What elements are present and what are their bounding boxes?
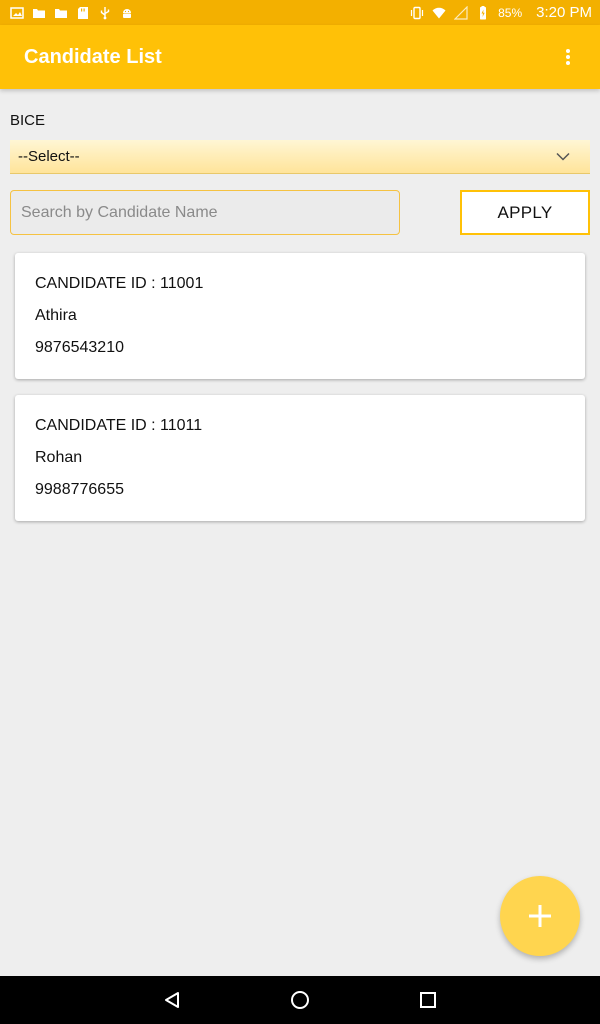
candidate-card[interactable]: CANDIDATE ID : 11001 Athira 9876543210 xyxy=(15,253,585,379)
sd-card-icon xyxy=(78,6,88,19)
usb-icon xyxy=(100,6,110,19)
search-input[interactable] xyxy=(10,190,400,235)
nav-back-button[interactable] xyxy=(108,976,236,1024)
home-icon xyxy=(291,991,309,1009)
system-nav-bar xyxy=(0,976,600,1024)
candidate-name: Athira xyxy=(35,307,77,324)
more-vert-icon xyxy=(566,49,570,65)
notification-icons xyxy=(10,6,134,20)
folder-icon xyxy=(55,8,67,18)
image-notification-icon xyxy=(10,6,24,19)
status-bar: 85% 3:20 PM xyxy=(0,0,600,25)
nav-recents-button[interactable] xyxy=(364,976,492,1024)
bice-dropdown[interactable]: --Select-- xyxy=(10,140,590,174)
android-icon xyxy=(123,8,131,18)
bice-label: BICE xyxy=(10,112,46,129)
candidate-name: Rohan xyxy=(35,449,83,466)
add-candidate-button[interactable] xyxy=(500,876,580,956)
candidate-list: CANDIDATE ID : 11001 Athira 9876543210 C… xyxy=(15,253,585,537)
candidate-card[interactable]: CANDIDATE ID : 11011 Rohan 9988776655 xyxy=(15,395,585,521)
vibrate-icon xyxy=(410,6,424,19)
apply-button[interactable]: APPLY xyxy=(460,190,590,235)
battery-percent: 85% xyxy=(498,5,523,20)
page-title: Candidate List xyxy=(24,45,162,68)
cell-signal-icon xyxy=(454,5,468,20)
folder-icon xyxy=(33,8,45,18)
recents-icon xyxy=(420,992,436,1008)
app-bar: Candidate List xyxy=(0,25,600,89)
nav-home-button[interactable] xyxy=(236,976,364,1024)
candidate-phone: 9876543210 xyxy=(35,339,124,356)
back-icon xyxy=(165,992,179,1008)
candidate-id: CANDIDATE ID : 11001 xyxy=(35,275,204,292)
battery-icon xyxy=(480,5,487,19)
plus-icon xyxy=(529,905,551,927)
candidate-id: CANDIDATE ID : 11011 xyxy=(35,417,203,434)
dropdown-selected-value: --Select-- xyxy=(18,148,80,165)
chevron-down-icon xyxy=(556,152,570,161)
system-status-icons: 85% 3:20 PM xyxy=(410,4,592,21)
clock: 3:20 PM xyxy=(536,4,592,21)
wifi-icon xyxy=(432,7,446,18)
candidate-phone: 9988776655 xyxy=(35,481,124,498)
overflow-menu-button[interactable] xyxy=(556,45,580,69)
